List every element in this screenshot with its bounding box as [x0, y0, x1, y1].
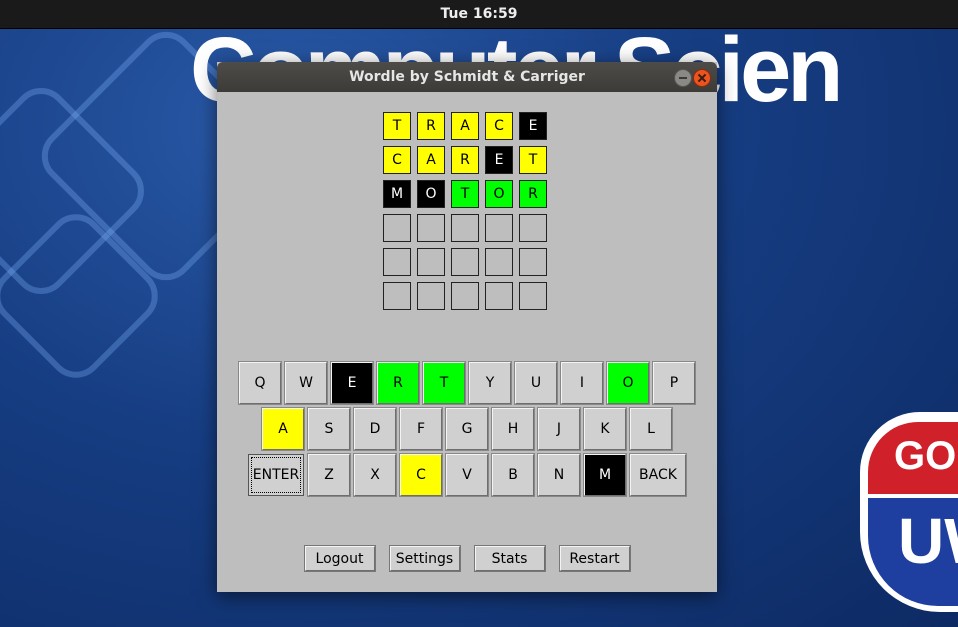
letter-tile — [485, 282, 513, 310]
key-x[interactable]: X — [353, 453, 397, 497]
wallpaper-logo-bottom: UW — [898, 505, 958, 577]
letter-tile — [451, 282, 479, 310]
key-e[interactable]: E — [330, 361, 374, 405]
letter-tile — [451, 214, 479, 242]
letter-tile — [451, 248, 479, 276]
letter-tile: T — [451, 180, 479, 208]
letter-tile — [519, 214, 547, 242]
letter-tile: T — [519, 146, 547, 174]
key-d[interactable]: D — [353, 407, 397, 451]
letter-tile: O — [417, 180, 445, 208]
keyboard-row: ASDFGHJKL — [217, 407, 717, 451]
key-a[interactable]: A — [261, 407, 305, 451]
letter-tile — [383, 248, 411, 276]
key-g[interactable]: G — [445, 407, 489, 451]
guess-row: MOTOR — [383, 180, 547, 208]
key-k[interactable]: K — [583, 407, 627, 451]
letter-tile: R — [417, 112, 445, 140]
key-s[interactable]: S — [307, 407, 351, 451]
key-y[interactable]: Y — [468, 361, 512, 405]
stats-button[interactable]: Stats — [473, 545, 546, 572]
window-titlebar[interactable]: Wordle by Schmidt & Carriger — [217, 62, 717, 92]
letter-tile: E — [519, 112, 547, 140]
wordle-window: Wordle by Schmidt & Carriger TRACECARETM… — [217, 62, 717, 592]
letter-tile: C — [485, 112, 513, 140]
bottom-button-bar: Logout Settings Stats Restart — [217, 545, 717, 572]
letter-tile: R — [451, 146, 479, 174]
close-icon[interactable] — [693, 69, 711, 87]
guess-grid: TRACECARETMOTOR — [383, 112, 547, 316]
guess-row — [383, 248, 547, 276]
letter-tile: R — [519, 180, 547, 208]
keyboard-row: ENTER Z X C V B N M BACK — [217, 453, 717, 497]
settings-button[interactable]: Settings — [388, 545, 461, 572]
guess-row — [383, 214, 547, 242]
key-w[interactable]: W — [284, 361, 328, 405]
key-i[interactable]: I — [560, 361, 604, 405]
key-p[interactable]: P — [652, 361, 696, 405]
letter-tile — [417, 248, 445, 276]
guess-row: TRACE — [383, 112, 547, 140]
letter-tile: T — [383, 112, 411, 140]
letter-tile — [417, 214, 445, 242]
key-h[interactable]: H — [491, 407, 535, 451]
letter-tile — [417, 282, 445, 310]
letter-tile: M — [383, 180, 411, 208]
restart-button[interactable]: Restart — [558, 545, 631, 572]
guess-row — [383, 282, 547, 310]
minimize-icon[interactable] — [674, 69, 692, 87]
key-back[interactable]: BACK — [629, 453, 687, 497]
logout-button[interactable]: Logout — [303, 545, 376, 572]
key-r[interactable]: R — [376, 361, 420, 405]
key-m[interactable]: M — [583, 453, 627, 497]
letter-tile: O — [485, 180, 513, 208]
key-u[interactable]: U — [514, 361, 558, 405]
letter-tile — [485, 214, 513, 242]
key-t[interactable]: T — [422, 361, 466, 405]
key-enter[interactable]: ENTER — [248, 454, 304, 496]
letter-tile — [519, 248, 547, 276]
letter-tile: A — [451, 112, 479, 140]
letter-tile — [519, 282, 547, 310]
key-v[interactable]: V — [445, 453, 489, 497]
letter-tile: C — [383, 146, 411, 174]
key-c[interactable]: C — [399, 453, 443, 497]
letter-tile: E — [485, 146, 513, 174]
wallpaper-logo-top: GO — [894, 434, 957, 478]
key-n[interactable]: N — [537, 453, 581, 497]
keyboard-row: QWERTYUIOP — [217, 361, 717, 405]
key-l[interactable]: L — [629, 407, 673, 451]
key-o[interactable]: O — [606, 361, 650, 405]
wallpaper-logo: GO UW — [860, 412, 958, 612]
window-title: Wordle by Schmidt & Carriger — [349, 69, 585, 85]
letter-tile — [383, 282, 411, 310]
letter-tile — [485, 248, 513, 276]
key-b[interactable]: B — [491, 453, 535, 497]
guess-row: CARET — [383, 146, 547, 174]
on-screen-keyboard: Q W E R T Y U I O P A S D F G H J K L ENTER Z X C V B N M BACK — [217, 361, 717, 500]
key-f[interactable]: F — [399, 407, 443, 451]
letter-tile — [383, 214, 411, 242]
letter-tile: A — [417, 146, 445, 174]
key-j[interactable]: J — [537, 407, 581, 451]
key-q[interactable]: Q — [238, 361, 282, 405]
key-z[interactable]: Z — [307, 453, 351, 497]
